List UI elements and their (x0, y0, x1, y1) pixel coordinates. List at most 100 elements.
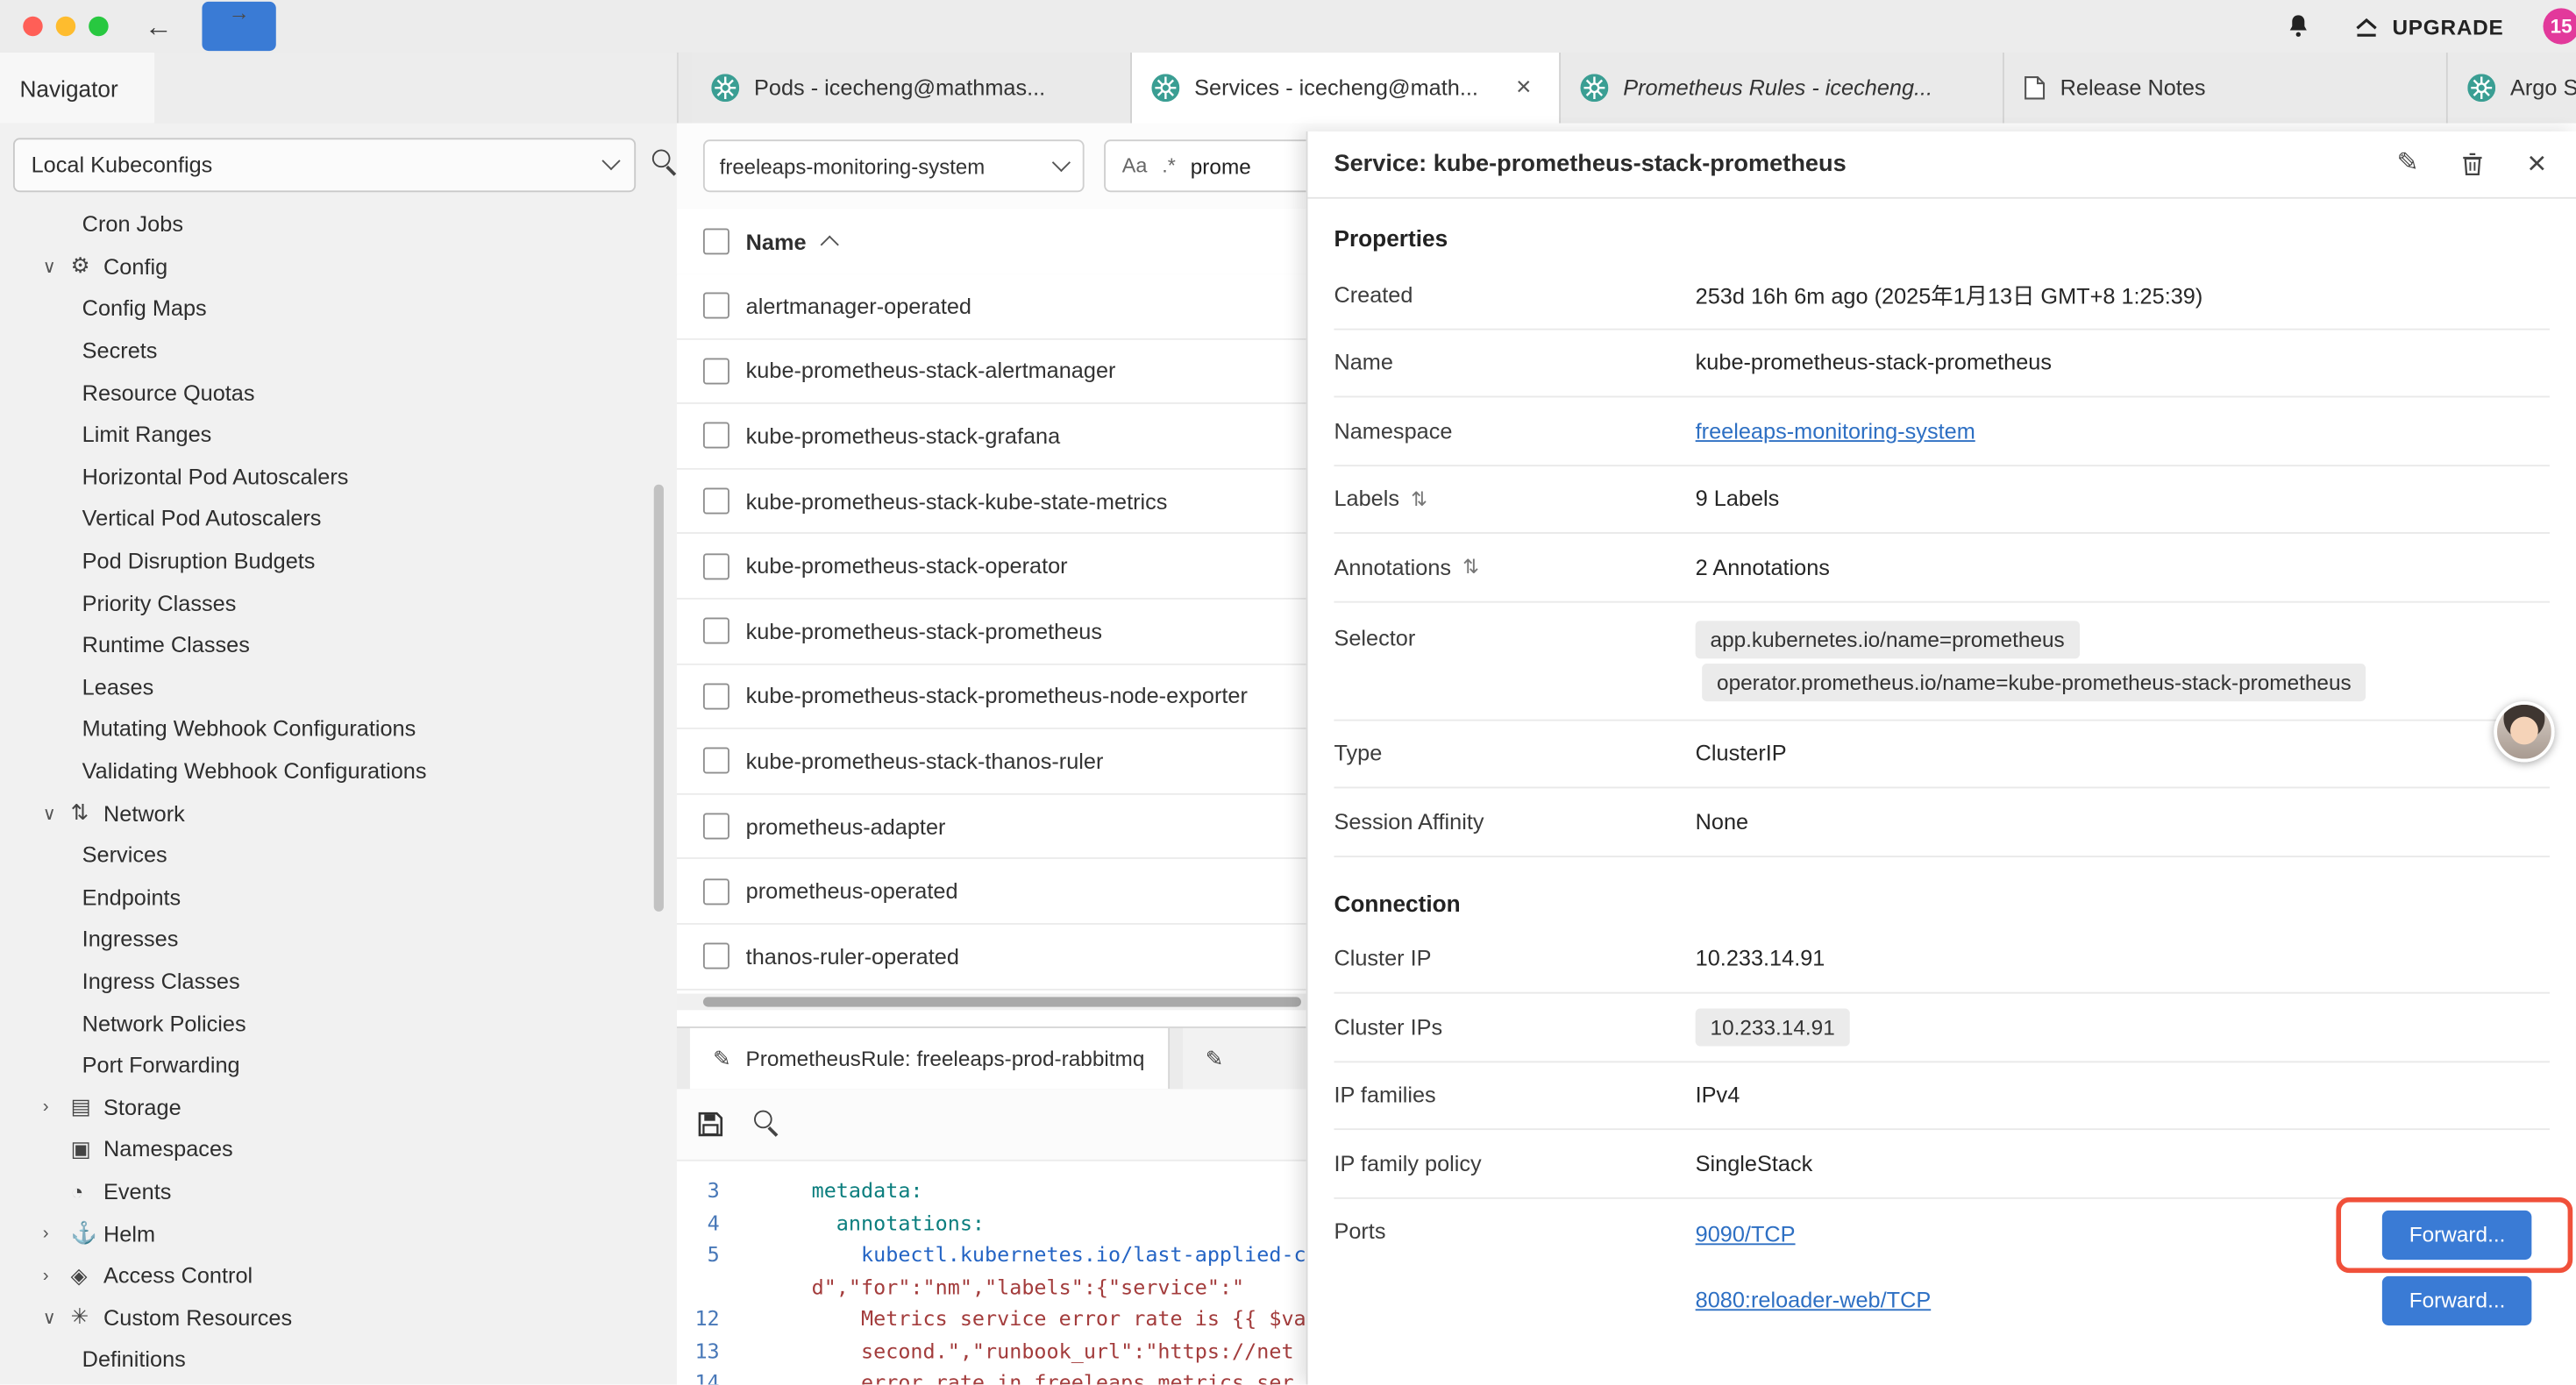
match-case-icon[interactable]: Aa (1122, 154, 1148, 177)
labels-count[interactable]: 9 Labels (1696, 487, 2550, 511)
sidebar-tree-item[interactable]: ∨ ⚙ Config (0, 245, 677, 288)
sidebar-tree-item[interactable]: Config Maps (0, 288, 677, 330)
user-avatar[interactable] (2494, 701, 2554, 762)
sidebar-tree-item[interactable]: Cron Jobs (0, 203, 677, 245)
sidebar-tree-item[interactable]: Endpoints (0, 877, 677, 919)
name-column-header[interactable]: Name (746, 229, 807, 253)
code-text: error rate in freeleaps metrics ser (743, 1367, 1294, 1385)
line-number: 14 (677, 1367, 743, 1385)
forward-arrow-icon[interactable]: → (202, 2, 275, 51)
code-text: d","for":"nm","labels":{"service":" (743, 1270, 1244, 1303)
namespace-link[interactable]: freeleaps-monitoring-system (1696, 418, 1975, 443)
tab-release-notes[interactable]: Release Notes (2004, 53, 2448, 124)
upgrade-button[interactable]: UPGRADE (2352, 12, 2503, 40)
regex-icon[interactable]: .* (1162, 154, 1176, 177)
sidebar-tree-item[interactable]: Definitions (0, 1339, 677, 1381)
edit-resource-icon[interactable]: ✎ (2397, 151, 2419, 177)
sidebar-tree-item[interactable]: Runtime Classes (0, 624, 677, 666)
sidebar-tree-item[interactable]: › ▤ Storage (0, 1086, 677, 1128)
sidebar-tree-item[interactable]: Priority Classes (0, 582, 677, 624)
ip-family-policy-value: SingleStack (1696, 1151, 2550, 1175)
row-checkbox[interactable] (703, 878, 729, 905)
sort-ascending-icon[interactable] (820, 236, 838, 254)
tab-label: Services - icecheng@math... (1194, 75, 1478, 100)
sidebar-tree-item[interactable]: Network Policies (0, 1002, 677, 1044)
sidebar-tree-item[interactable]: Vertical Pod Autoscalers (0, 498, 677, 540)
notifications-bell-icon[interactable] (2284, 11, 2314, 41)
minimize-window-button[interactable] (56, 17, 75, 36)
tree-item-label: Ingress Classes (82, 969, 240, 993)
category-icon: ⇅ (71, 800, 103, 827)
row-checkbox[interactable] (703, 293, 729, 319)
row-checkbox[interactable] (703, 943, 729, 970)
sidebar-tree-item[interactable]: Pod Disruption Budgets (0, 540, 677, 582)
close-panel-icon[interactable]: × (2527, 148, 2546, 181)
select-all-checkbox[interactable] (703, 228, 729, 254)
forward-button-9090[interactable]: Forward... (2383, 1210, 2532, 1259)
sidebar-scrollbar[interactable] (654, 485, 664, 912)
sidebar-search-button[interactable] (652, 150, 677, 180)
kubeconfig-selector[interactable]: Local Kubeconfigs (13, 137, 636, 191)
sort-toggle-icon[interactable]: ⇅ (1462, 556, 1479, 579)
row-checkbox[interactable] (703, 553, 729, 579)
tab-services[interactable]: Services - icecheng@math... × (1132, 53, 1561, 124)
expand-chevron-icon[interactable]: ∨ (43, 1307, 71, 1328)
sidebar-tree-item[interactable]: Resource Quotas (0, 372, 677, 414)
back-arrow-icon[interactable]: ← (145, 12, 173, 40)
annotations-count[interactable]: 2 Annotations (1696, 555, 2550, 579)
sidebar-tree-item[interactable]: Horizontal Pod Autoscalers (0, 456, 677, 498)
tree-item-label: Mutating Webhook Configurations (82, 717, 416, 742)
forward-button-8080[interactable]: Forward... (2383, 1275, 2532, 1325)
expand-chevron-icon[interactable]: ∨ (43, 256, 71, 277)
connection-heading: Connection (1334, 890, 2550, 916)
sidebar-tree-item[interactable]: Leases (0, 666, 677, 708)
tab-pods[interactable]: Pods - icecheng@mathmas... (692, 53, 1132, 124)
sidebar-tree-item[interactable]: ∨ ✳ Custom Resources (0, 1296, 677, 1339)
zoom-window-button[interactable] (89, 17, 108, 36)
sidebar-tree-item[interactable]: Ingress Classes (0, 961, 677, 1003)
row-checkbox[interactable] (703, 618, 729, 644)
row-checkbox[interactable] (703, 748, 729, 774)
sidebar-tree-item[interactable]: Ingresses (0, 919, 677, 961)
expand-chevron-icon[interactable]: › (43, 1266, 71, 1285)
sidebar-tree-item[interactable]: ▣ Namespaces (0, 1128, 677, 1170)
sidebar-tree-item[interactable]: ∨ ⇅ Network (0, 792, 677, 835)
sidebar-tree-item[interactable]: Validating Webhook Configurations (0, 750, 677, 792)
expand-chevron-icon[interactable]: › (43, 1097, 71, 1117)
sidebar-tree-item[interactable]: › ◈ Access Control (0, 1254, 677, 1296)
row-checkbox[interactable] (703, 358, 729, 384)
sidebar-tree-item[interactable]: Secrets (0, 330, 677, 372)
port-link-9090[interactable]: 9090/TCP (1696, 1222, 1796, 1246)
port-link-8080[interactable]: 8080:reloader-web/TCP (1696, 1288, 1932, 1312)
scrollbar-thumb[interactable] (703, 997, 1301, 1006)
sidebar-tree-item[interactable]: Port Forwarding (0, 1044, 677, 1086)
close-window-button[interactable] (23, 17, 42, 36)
category-icon: ◈ (71, 1262, 103, 1289)
tab-prometheus-rules[interactable]: Prometheus Rules - icecheng... (1561, 53, 2004, 124)
row-checkbox[interactable] (703, 813, 729, 840)
sidebar-tree-item[interactable]: Limit Ranges (0, 414, 677, 456)
editor-tab-prometheusrule[interactable]: ✎ PrometheusRule: freeleaps-prod-rabbitm… (690, 1028, 1170, 1089)
row-checkbox[interactable] (703, 488, 729, 515)
search-input[interactable]: prome (1191, 153, 1251, 178)
sort-toggle-icon[interactable]: ⇅ (1411, 487, 1427, 510)
sidebar-tree-item[interactable]: ◔ Events (0, 1170, 677, 1212)
expand-chevron-icon[interactable]: › (43, 1224, 71, 1243)
service-name: kube-prometheus-stack-grafana (746, 423, 1061, 448)
sidebar-tree-item[interactable]: › ⚓ Helm (0, 1212, 677, 1254)
delete-resource-icon[interactable] (2461, 151, 2484, 177)
expand-chevron-icon[interactable]: ∨ (43, 803, 71, 824)
chevron-down-icon (1052, 153, 1071, 172)
tab-argo[interactable]: Argo S (2448, 53, 2576, 124)
row-checkbox[interactable] (703, 683, 729, 709)
editor-search-button[interactable] (754, 1110, 779, 1140)
sidebar-tree: Cron Jobs ∨ ⚙ Config Config Maps Secrets (0, 203, 677, 1381)
row-checkbox[interactable] (703, 423, 729, 449)
sidebar-tree-item[interactable]: Services (0, 835, 677, 877)
close-tab-icon[interactable]: × (1516, 73, 1532, 103)
tab-label: Release Notes (2060, 75, 2206, 100)
save-icon[interactable] (696, 1111, 724, 1139)
namespace-filter-dropdown[interactable]: freeleaps-monitoring-system (703, 139, 1085, 192)
service-name: thanos-ruler-operated (746, 944, 959, 969)
sidebar-tree-item[interactable]: Mutating Webhook Configurations (0, 708, 677, 750)
